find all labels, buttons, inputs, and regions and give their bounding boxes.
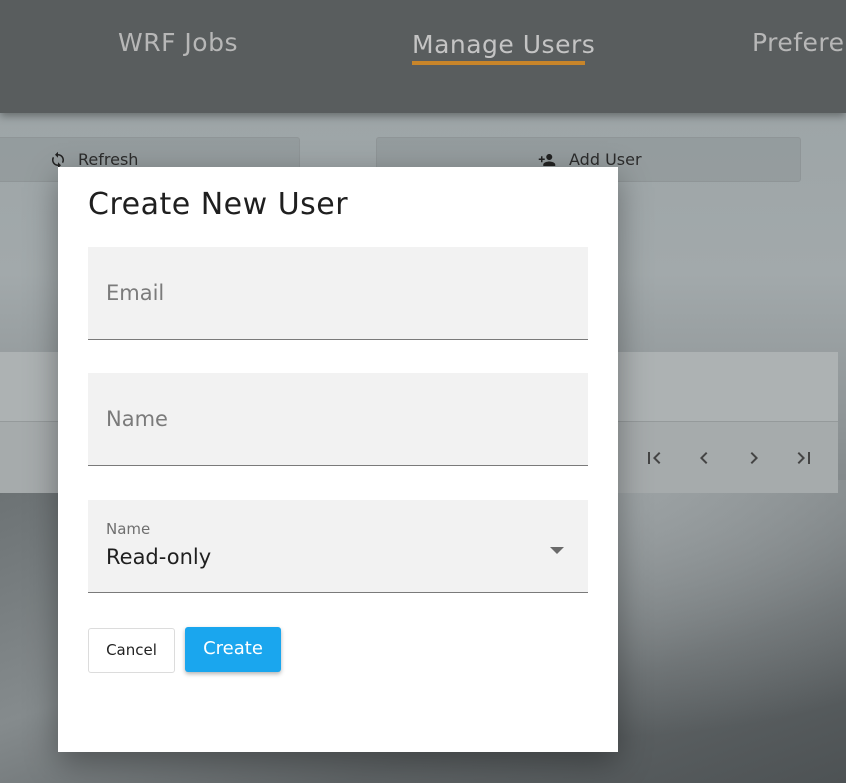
cancel-button[interactable]: Cancel xyxy=(88,628,175,673)
create-user-dialog: Create New User Name Read-only Cancel Cr… xyxy=(58,167,618,752)
create-button[interactable]: Create xyxy=(185,627,281,672)
role-select-label: Name xyxy=(106,520,151,538)
name-field-container xyxy=(88,373,588,466)
dialog-title: Create New User xyxy=(88,187,349,222)
role-select-value: Read-only xyxy=(106,545,212,569)
email-field-container xyxy=(88,247,588,340)
email-field[interactable] xyxy=(88,247,588,339)
name-field[interactable] xyxy=(88,373,588,465)
dropdown-arrow-icon xyxy=(550,547,564,554)
role-select[interactable]: Name Read-only xyxy=(88,500,588,593)
